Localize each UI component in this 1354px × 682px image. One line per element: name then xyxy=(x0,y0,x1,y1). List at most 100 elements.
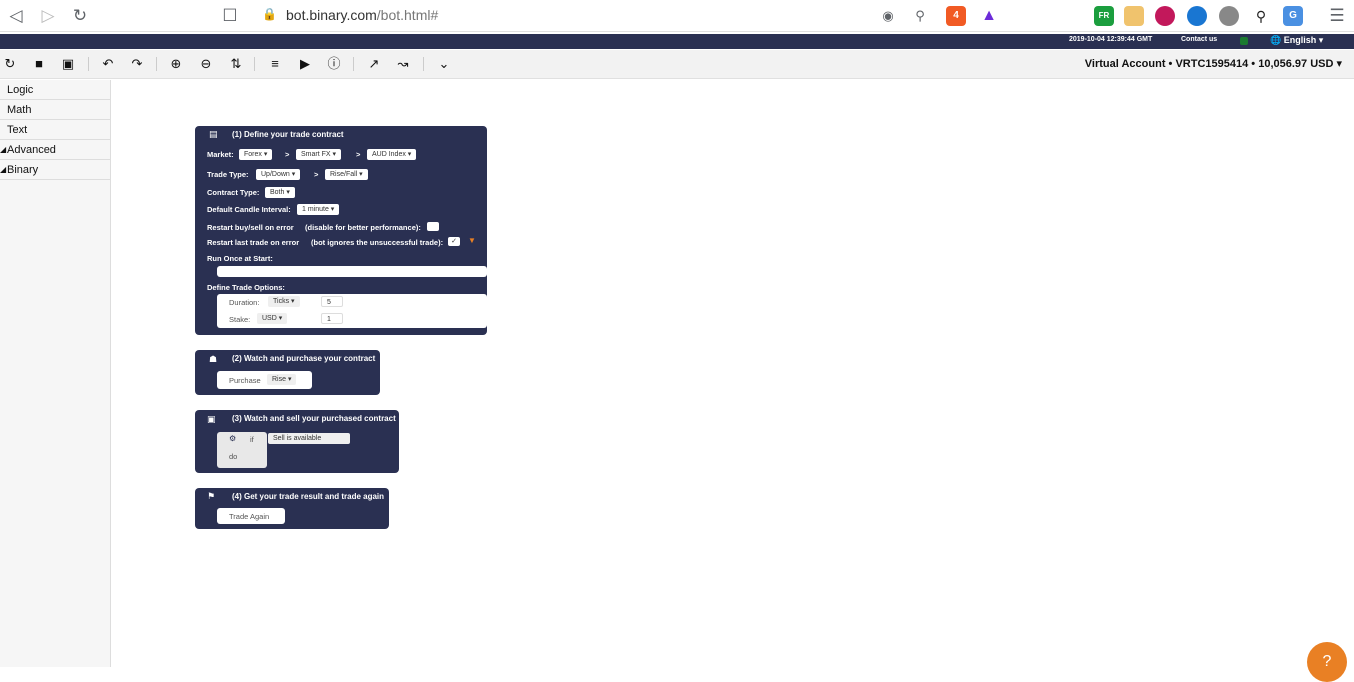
blockly-workspace[interactable]: ▤ (1) Define your trade contract Market:… xyxy=(112,80,1354,667)
run-icon[interactable]: ▶ xyxy=(296,55,314,73)
brave-rewards-icon[interactable]: ▲ xyxy=(979,6,999,26)
translate-fr-icon[interactable]: FR xyxy=(1094,6,1114,26)
bot-toolbar: ↻ ■ ▣ ↶ ↷ ⊕ ⊖ ⇅ ≡ ▶ ⓘ ↗ ↝ ⌄ Virtual Acco… xyxy=(0,50,1354,79)
trade-parameters-block[interactable]: ▤ (1) Define your trade contract Market:… xyxy=(195,126,487,335)
toolbar-divider xyxy=(423,57,424,71)
run-once-slot[interactable] xyxy=(217,266,487,277)
block-title: (3) Watch and sell your purchased contra… xyxy=(232,414,396,423)
document-icon: ▤ xyxy=(209,129,218,139)
zoom-icon[interactable]: ⚲ xyxy=(910,6,930,26)
contact-link[interactable]: Contact us xyxy=(1181,36,1217,43)
trade-subtype-dropdown[interactable]: Rise/Fall ▾ xyxy=(325,169,368,180)
reset-icon[interactable]: ↻ xyxy=(1,55,19,73)
market-dropdown[interactable]: Forex ▾ xyxy=(239,149,273,160)
contract-type-label: Contract Type: xyxy=(207,188,260,197)
separator: > xyxy=(314,170,319,179)
chevron-down-icon[interactable]: ⌄ xyxy=(435,55,453,73)
toolbar-divider xyxy=(88,57,89,71)
rearrange-icon[interactable]: ⇅ xyxy=(227,55,245,73)
menu-icon[interactable]: ☰ xyxy=(1327,6,1347,26)
restart-buysell-checkbox[interactable] xyxy=(427,222,439,231)
purchase-conditions-block[interactable]: ☗ (2) Watch and purchase your contract P… xyxy=(195,350,380,395)
candle-interval-dropdown[interactable]: 1 minute ▾ xyxy=(297,204,340,215)
settings-icon[interactable]: ⚙ xyxy=(229,434,236,443)
sidebar-item-logic[interactable]: Logic xyxy=(0,80,110,100)
forward-icon[interactable]: ▷ xyxy=(38,6,58,26)
account-switcher[interactable]: Virtual Account • VRTC1595414 • 10,056.9… xyxy=(1085,57,1342,70)
brave-shield-icon[interactable]: 4 xyxy=(946,6,966,26)
sidebar-item-binary[interactable]: ◢ Binary xyxy=(0,160,110,180)
block-title: (1) Define your trade contract xyxy=(232,130,344,139)
duration-unit-dropdown[interactable]: Ticks ▾ xyxy=(268,296,300,307)
restart-trade-note: (bot ignores the unsuccessful trade): xyxy=(311,238,444,247)
trade-again-label: Trade Again xyxy=(229,512,270,521)
trade-again-block[interactable]: Trade Again xyxy=(217,508,285,524)
sidebar-item-advanced[interactable]: ◢ Advanced xyxy=(0,140,110,160)
stake-currency-dropdown[interactable]: USD ▾ xyxy=(257,313,288,324)
submarket-dropdown[interactable]: Smart FX ▾ xyxy=(296,149,342,160)
expand-arrow-icon: ◢ xyxy=(0,145,7,154)
restart-buysell-label: Restart buy/sell on error xyxy=(207,223,294,232)
block-title: (2) Watch and purchase your contract xyxy=(232,354,376,363)
gear-extension-icon[interactable] xyxy=(1219,6,1239,26)
sell-available-condition[interactable]: Sell is available xyxy=(268,433,350,444)
trade-type-dropdown[interactable]: Up/Down ▾ xyxy=(256,169,301,180)
basket-icon: ☗ xyxy=(209,354,218,364)
url-text: bot.binary.com/bot.html# xyxy=(286,7,439,23)
back-icon[interactable]: ◁ xyxy=(6,6,26,26)
restart-buysell-note: (disable for better performance): xyxy=(305,223,421,232)
search-extension-icon[interactable]: ⚲ xyxy=(1251,6,1271,26)
save-icon[interactable]: ▣ xyxy=(59,55,77,73)
symbol-dropdown[interactable]: AUD Index ▾ xyxy=(367,149,417,160)
toolbar-divider xyxy=(254,57,255,71)
google-translate-icon[interactable]: G xyxy=(1283,6,1303,26)
info-icon[interactable]: ⓘ xyxy=(325,55,343,73)
redo-icon[interactable]: ↷ xyxy=(128,55,146,73)
sidebar-item-text[interactable]: Text xyxy=(0,120,110,140)
warning-icon[interactable]: ▼ xyxy=(468,236,476,245)
toolbar-divider xyxy=(353,57,354,71)
reload-icon[interactable]: ↻ xyxy=(70,6,90,26)
money-icon: ▣ xyxy=(207,414,216,424)
if-do-block[interactable]: ⚙ if do xyxy=(217,432,267,468)
separator: > xyxy=(356,150,361,159)
trade-type-label: Trade Type: xyxy=(207,170,249,179)
separator: > xyxy=(285,150,290,159)
trade-options-block[interactable]: Duration: Ticks ▾ 5 Stake: USD ▾ 1 xyxy=(217,294,487,328)
zoom-out-icon[interactable]: ⊖ xyxy=(197,55,215,73)
stake-value-input[interactable]: 1 xyxy=(321,313,343,324)
extension-icon[interactable] xyxy=(1155,6,1175,26)
checkered-flag-icon: ⚑ xyxy=(207,491,216,501)
globe-extension-icon[interactable] xyxy=(1187,6,1207,26)
expand-arrow-icon: ◢ xyxy=(0,165,7,174)
notes-extension-icon[interactable] xyxy=(1124,6,1144,26)
sidebar-item-math[interactable]: Math xyxy=(0,100,110,120)
media-icon[interactable]: ◉ xyxy=(878,6,898,26)
candle-interval-label: Default Candle Interval: xyxy=(207,205,291,214)
open-folder-icon[interactable]: ■ xyxy=(30,55,48,73)
contract-type-dropdown[interactable]: Both ▾ xyxy=(265,187,295,198)
sell-conditions-block[interactable]: ▣ (3) Watch and sell your purchased cont… xyxy=(195,410,399,473)
market-label: Market: xyxy=(207,150,234,159)
purchase-block[interactable]: Purchase Rise ▾ xyxy=(217,371,312,389)
run-once-label: Run Once at Start: xyxy=(207,254,273,263)
chart-icon[interactable]: ↗ xyxy=(365,55,383,73)
restart-trade-checkbox[interactable]: ✓ xyxy=(448,237,460,246)
language-selector[interactable]: 🌐 English ▾ xyxy=(1270,35,1323,46)
lock-icon: 🔒 xyxy=(262,7,277,21)
after-purchase-block[interactable]: ⚑ (4) Get your trade result and trade ag… xyxy=(195,488,389,529)
block-category-sidebar: Logic Math Text ◢ Advanced ◢ Binary xyxy=(0,80,111,667)
purchase-dropdown[interactable]: Rise ▾ xyxy=(267,374,297,385)
trading-view-icon[interactable]: ↝ xyxy=(394,55,412,73)
restart-trade-label: Restart last trade on error xyxy=(207,238,300,247)
undo-icon[interactable]: ↶ xyxy=(99,55,117,73)
help-button[interactable]: ? xyxy=(1307,642,1347,682)
duration-value-input[interactable]: 5 xyxy=(321,296,343,307)
transactions-icon[interactable]: ≡ xyxy=(266,55,284,73)
block-title: (4) Get your trade result and trade agai… xyxy=(232,492,385,501)
zoom-in-icon[interactable]: ⊕ xyxy=(167,55,185,73)
do-label: do xyxy=(229,452,238,461)
connection-status-icon xyxy=(1240,37,1248,45)
purchase-label: Purchase xyxy=(229,376,261,385)
duration-label: Duration: xyxy=(229,298,260,307)
